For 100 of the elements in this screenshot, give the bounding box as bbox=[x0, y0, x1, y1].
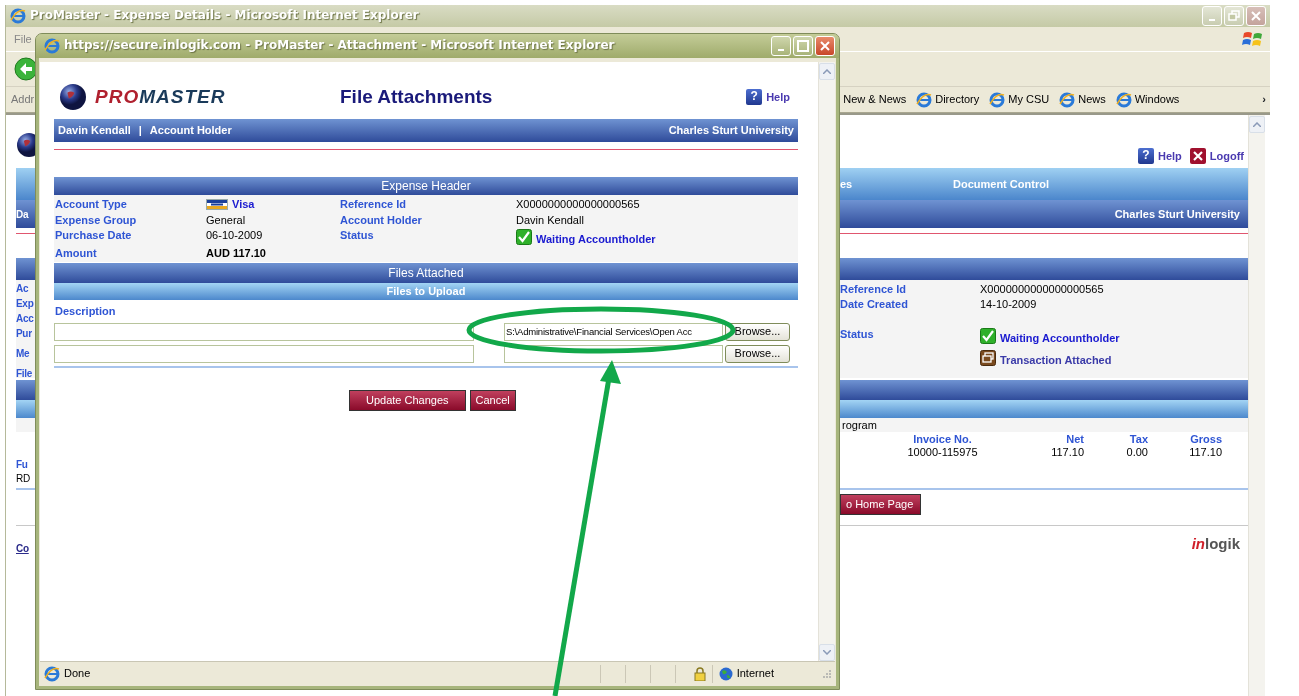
help-link[interactable]: ? Help bbox=[746, 89, 790, 105]
status-text: Done bbox=[64, 666, 91, 681]
field-value: RD bbox=[16, 472, 31, 486]
footer-link[interactable]: Co bbox=[16, 542, 29, 555]
browse-button[interactable]: Browse... bbox=[725, 344, 790, 363]
status-text: Waiting Accountholder bbox=[1000, 331, 1120, 346]
table-cell-text: 0.00 bbox=[1125, 445, 1148, 458]
field-label: Account Type bbox=[55, 197, 128, 212]
check-icon bbox=[980, 328, 996, 345]
logoff-text: Logoff bbox=[1209, 148, 1244, 164]
help-icon: ? bbox=[1137, 148, 1154, 164]
field-label: Reference Id bbox=[840, 282, 908, 297]
field-label: Status bbox=[840, 327, 875, 342]
page-heading: File Attachments bbox=[340, 84, 494, 109]
organization-name: Charles Sturt University bbox=[668, 123, 794, 138]
field-label: Acc bbox=[16, 312, 35, 326]
favorites-link[interactable]: New & News bbox=[843, 92, 907, 107]
field-label: Date Created bbox=[840, 297, 909, 312]
help-text: Help bbox=[766, 89, 790, 105]
browse-button[interactable]: Browse... bbox=[725, 322, 790, 341]
scrollbar[interactable] bbox=[1248, 115, 1265, 696]
column-header: Invoice No. bbox=[912, 432, 973, 445]
field-value: Davin Kendall bbox=[516, 213, 584, 226]
description-field[interactable] bbox=[54, 322, 474, 341]
update-button[interactable]: Update Changes bbox=[349, 389, 466, 411]
help-text: Help bbox=[1157, 148, 1182, 164]
field-label: Status bbox=[340, 227, 375, 243]
user-role: Account Holder bbox=[149, 123, 232, 138]
favorites-link[interactable]: My CSU bbox=[989, 91, 1050, 108]
maximize-icon bbox=[797, 40, 809, 52]
card-icon bbox=[206, 198, 228, 210]
separator-text: | bbox=[138, 123, 142, 138]
table-cell-text: 10000-115975 bbox=[906, 445, 979, 458]
file-path-field[interactable]: S:\Administrative\Financial Services\Open Acc bbox=[504, 322, 723, 341]
close-icon bbox=[1251, 11, 1261, 21]
check-icon bbox=[516, 229, 532, 246]
field-value: General bbox=[206, 213, 246, 226]
windows-flag-icon bbox=[1242, 29, 1264, 49]
column-header: Net bbox=[1065, 432, 1084, 445]
globe-logo-icon bbox=[59, 83, 87, 111]
field-value: 06-10-2009 bbox=[206, 228, 263, 241]
field-label: Me bbox=[16, 347, 31, 361]
close-button[interactable] bbox=[1246, 6, 1266, 26]
lock-icon bbox=[693, 666, 706, 681]
close-icon bbox=[820, 41, 830, 51]
column-header: Gross bbox=[1189, 432, 1222, 445]
resize-grip-icon bbox=[822, 668, 832, 679]
browser-icon bbox=[1115, 91, 1132, 108]
card-type: Visa bbox=[232, 197, 255, 212]
window-title: ProMaster - Expense Details - Microsoft Internet Explorer bbox=[30, 8, 420, 24]
column-header: Tax bbox=[1128, 432, 1148, 445]
minimize-icon bbox=[778, 49, 784, 51]
status-text: Waiting Accountholder bbox=[536, 231, 656, 247]
table-cell-text: 117.10 bbox=[1188, 445, 1222, 458]
field-label: Pur bbox=[16, 327, 33, 341]
minimize-button[interactable] bbox=[771, 36, 791, 56]
browser-icon bbox=[44, 665, 60, 682]
home-page-button[interactable]: o Home Page bbox=[840, 494, 921, 515]
minimize-button[interactable] bbox=[1202, 6, 1222, 26]
more-links-button[interactable]: › bbox=[1262, 92, 1266, 107]
window-title: https://secure.inlogik.com - ProMaster - Attachment - Microsoft Internet Explorer bbox=[64, 38, 616, 54]
windows-icon bbox=[980, 350, 996, 367]
logoff-link[interactable]: Logoff bbox=[1189, 148, 1244, 164]
favorites-link[interactable]: News bbox=[1059, 91, 1106, 108]
restore-button[interactable] bbox=[1224, 6, 1244, 26]
cancel-button[interactable]: Cancel bbox=[469, 389, 516, 411]
browser-icon bbox=[1059, 91, 1076, 108]
section-title: Files to Upload bbox=[386, 285, 466, 298]
field-label: Ac bbox=[16, 282, 30, 296]
close-button[interactable] bbox=[815, 36, 835, 56]
browser-icon bbox=[44, 38, 60, 54]
organization-name: Charles Sturt University bbox=[1114, 207, 1240, 220]
field-label: Amount bbox=[55, 246, 98, 261]
field-label: File bbox=[16, 367, 34, 381]
help-link[interactable]: ? Help bbox=[1137, 148, 1182, 164]
globe-icon bbox=[718, 666, 733, 681]
user-name: Da bbox=[16, 208, 29, 220]
description-field[interactable] bbox=[54, 344, 474, 363]
field-value: 14-10-2009 bbox=[980, 297, 1037, 312]
browser-icon bbox=[916, 91, 933, 108]
field-label: Fu bbox=[16, 458, 29, 472]
help-icon: ? bbox=[746, 89, 763, 105]
field-value: X0000000000000000565 bbox=[516, 198, 640, 210]
field-label: Purchase Date bbox=[55, 227, 133, 243]
scrollbar[interactable] bbox=[818, 62, 835, 661]
restore-icon bbox=[1228, 10, 1240, 22]
promaster-logo: PROMASTER bbox=[95, 84, 227, 109]
address-label: Addr bbox=[11, 92, 35, 107]
zone-text: Internet bbox=[736, 666, 774, 681]
field-label: Expense Group bbox=[55, 212, 138, 228]
favorites-link[interactable]: Directory bbox=[916, 91, 980, 108]
maximize-button[interactable] bbox=[793, 36, 813, 56]
field-label: Description bbox=[55, 304, 117, 319]
browser-icon bbox=[989, 91, 1006, 108]
user-name: Davin Kendall bbox=[58, 123, 131, 138]
logoff-icon bbox=[1189, 148, 1206, 164]
table-cell-text: 117.10 bbox=[1050, 445, 1084, 458]
field-label: Reference Id bbox=[340, 197, 408, 212]
browser-icon bbox=[10, 8, 26, 24]
favorites-link[interactable]: Windows bbox=[1115, 91, 1180, 108]
